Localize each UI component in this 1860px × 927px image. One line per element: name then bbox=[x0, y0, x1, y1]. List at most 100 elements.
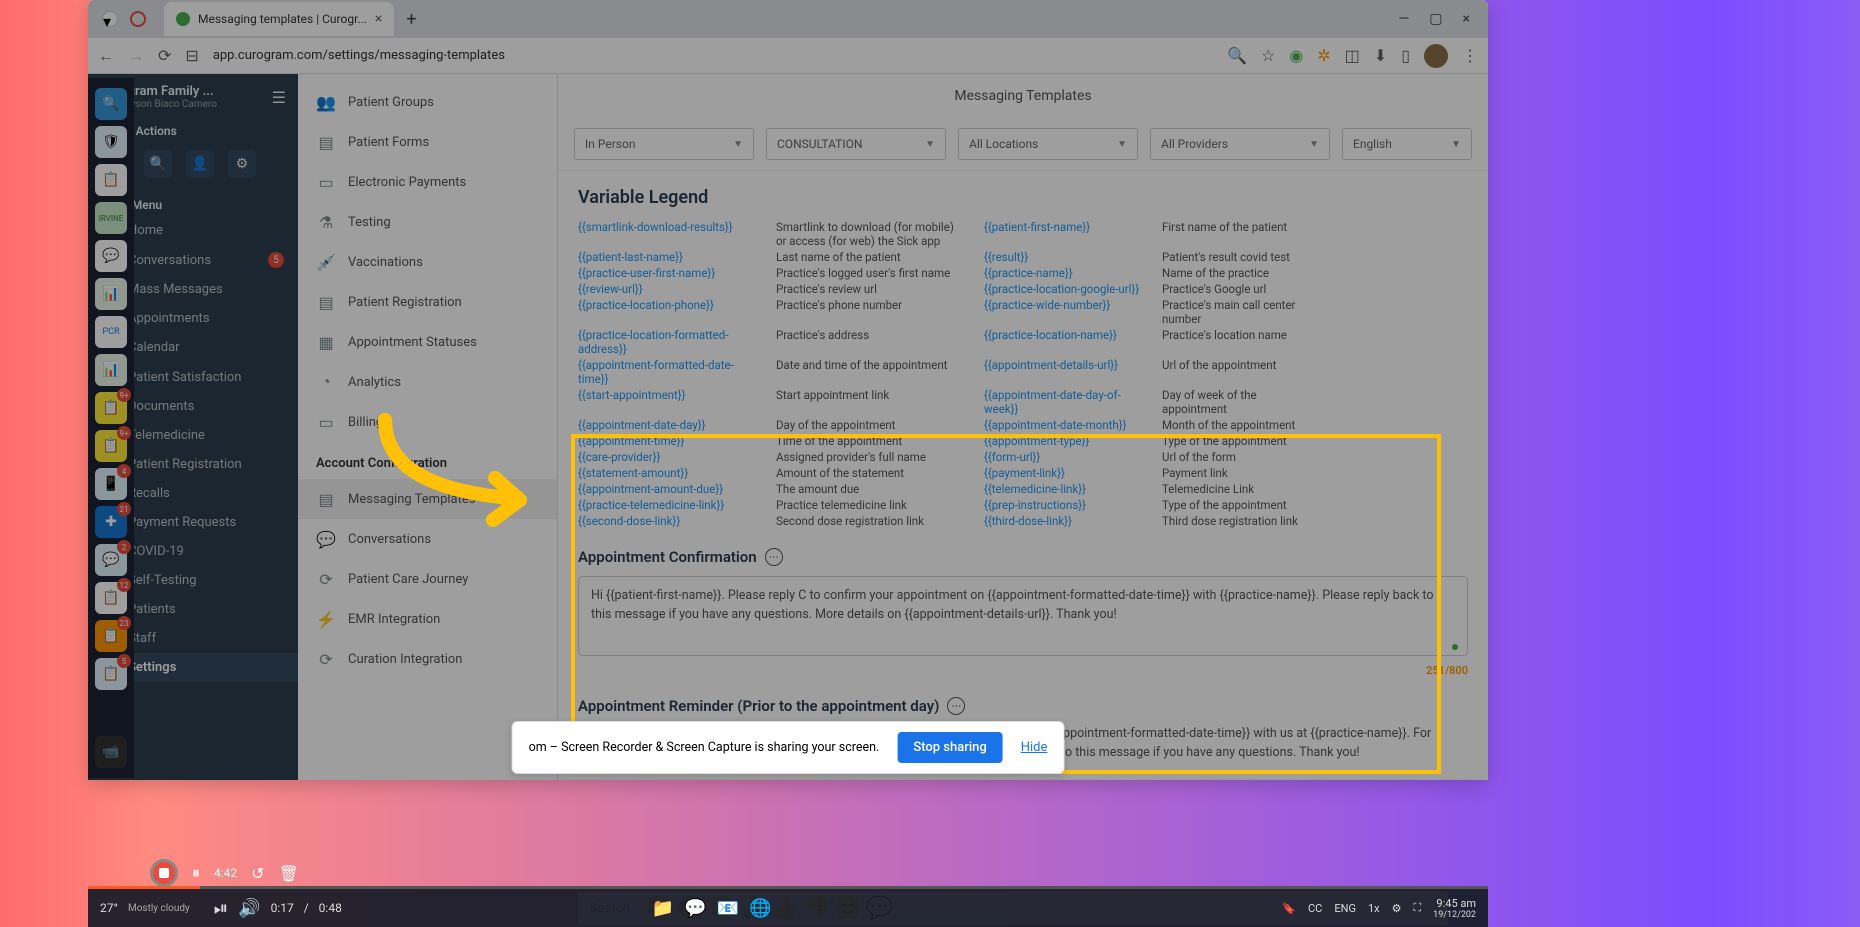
variable-token[interactable]: {{appointment-date-day-of-week}} bbox=[984, 388, 1144, 416]
variable-token[interactable]: {{practice-location-google-url}} bbox=[984, 282, 1144, 296]
tb-app-3-icon[interactable]: 📧 bbox=[717, 898, 739, 919]
extensions-icon[interactable]: ◫ bbox=[1345, 46, 1360, 65]
filter-appt-type[interactable]: CONSULTATION▼ bbox=[766, 128, 946, 160]
variable-token[interactable]: {{appointment-formatted-date-time}} bbox=[578, 358, 758, 386]
delete-icon[interactable]: 🗑 bbox=[279, 864, 299, 883]
volume-icon[interactable]: 🔊 bbox=[238, 898, 260, 919]
variable-token[interactable]: {{practice-telemedicine-link}} bbox=[578, 498, 758, 512]
filters-icon[interactable]: ⚙ bbox=[228, 150, 256, 178]
strip-app-3-icon[interactable]: IRVINE bbox=[95, 202, 127, 234]
sidepanel-icon[interactable]: ▯ bbox=[1401, 46, 1410, 65]
variable-token[interactable]: {{second-dose-link}} bbox=[578, 514, 758, 528]
config-item-conversations[interactable]: 💬Conversations bbox=[298, 519, 557, 559]
filter-language[interactable]: English▼ bbox=[1342, 128, 1472, 160]
tpl-confirmation-textarea[interactable] bbox=[578, 576, 1468, 656]
config-item-emr-integration[interactable]: ⚡EMR Integration bbox=[298, 599, 557, 639]
tab-close-icon[interactable]: × bbox=[375, 11, 382, 27]
variable-token[interactable]: {{result}} bbox=[984, 250, 1144, 264]
variable-token[interactable]: {{payment-link}} bbox=[984, 466, 1144, 480]
settings-item-patient-forms[interactable]: ▤Patient Forms bbox=[298, 122, 557, 162]
hide-link[interactable]: Hide bbox=[1021, 740, 1048, 755]
variable-token[interactable]: {{review-url}} bbox=[578, 282, 758, 296]
variable-token[interactable]: {{form-url}} bbox=[984, 450, 1144, 464]
strip-app-8-icon[interactable]: 9+📋 bbox=[95, 392, 127, 424]
menu-icon[interactable]: ⋮ bbox=[1462, 46, 1478, 65]
strip-app-7-icon[interactable]: 📊 bbox=[95, 354, 127, 386]
filter-location[interactable]: All Locations▼ bbox=[958, 128, 1138, 160]
tb-fullscreen-icon[interactable]: ⛶ bbox=[1413, 901, 1421, 915]
new-tab-icon[interactable]: + bbox=[406, 9, 416, 30]
config-item-curation-integration[interactable]: ⟳Curation Integration bbox=[298, 639, 557, 679]
settings-item-electronic-payments[interactable]: ▭Electronic Payments bbox=[298, 162, 557, 202]
strip-app-10-icon[interactable]: 4📱 bbox=[95, 468, 127, 500]
tab-control-icon[interactable]: ▾ bbox=[102, 11, 118, 27]
strip-app-2-icon[interactable]: 📋 bbox=[95, 164, 127, 196]
tb-settings-icon[interactable]: ⚙ bbox=[1392, 902, 1402, 915]
close-window-icon[interactable]: × bbox=[1463, 11, 1470, 27]
variable-token[interactable]: {{practice-location-name}} bbox=[984, 328, 1144, 356]
forward-icon[interactable]: → bbox=[128, 46, 144, 66]
variable-token[interactable]: {{practice-wide-number}} bbox=[984, 298, 1144, 326]
pause-icon[interactable]: ⏸ bbox=[192, 863, 200, 883]
variable-token[interactable]: {{telemedicine-link}} bbox=[984, 482, 1144, 496]
variable-token[interactable]: {{appointment-time}} bbox=[578, 434, 758, 448]
settings-item-patient-registration[interactable]: ▤Patient Registration bbox=[298, 282, 557, 322]
tb-lang[interactable]: ENG bbox=[1334, 902, 1356, 915]
settings-item-testing[interactable]: ⚗Testing bbox=[298, 202, 557, 242]
minimize-icon[interactable]: — bbox=[1398, 11, 1409, 27]
record-stop-button[interactable] bbox=[150, 859, 178, 887]
variable-token[interactable]: {{appointment-date-month}} bbox=[984, 418, 1144, 432]
filter-provider[interactable]: All Providers▼ bbox=[1150, 128, 1330, 160]
tb-cc-icon[interactable]: CC bbox=[1308, 902, 1322, 915]
extension-2-icon[interactable]: ✲ bbox=[1317, 46, 1330, 65]
settings-item-appointment-statuses[interactable]: ▦Appointment Statuses bbox=[298, 322, 557, 362]
site-info-icon[interactable]: ⊟ bbox=[185, 46, 198, 65]
strip-search-icon[interactable]: 🔍 bbox=[95, 88, 127, 120]
strip-app-14-icon[interactable]: 23📋 bbox=[95, 620, 127, 652]
variable-token[interactable]: {{third-dose-link}} bbox=[984, 514, 1144, 528]
strip-app-15-icon[interactable]: 5📋 bbox=[95, 658, 127, 690]
variable-token[interactable]: {{statement-amount}} bbox=[578, 466, 758, 480]
tb-rate[interactable]: 1x bbox=[1368, 902, 1380, 915]
sidebar-toggle-icon[interactable]: ☰ bbox=[272, 88, 286, 107]
strip-app-4-icon[interactable]: 💬 bbox=[95, 240, 127, 272]
strip-app-1-icon[interactable]: 🛡 bbox=[95, 126, 127, 158]
add-user-icon[interactable]: 👤 bbox=[186, 150, 214, 178]
tb-app-4-icon[interactable]: 🌐 bbox=[749, 898, 771, 919]
settings-item-patient-groups[interactable]: 👥Patient Groups bbox=[298, 82, 557, 122]
variable-token[interactable]: {{start-appointment}} bbox=[578, 388, 758, 416]
reload-icon[interactable]: ⟳ bbox=[158, 46, 171, 65]
strip-app-13-icon[interactable]: 12📋 bbox=[95, 582, 127, 614]
active-tab[interactable]: Messaging templates | Curogr... × bbox=[164, 2, 394, 36]
zoom-icon[interactable]: 🔍 bbox=[1227, 46, 1247, 65]
search-icon[interactable]: 🔍 bbox=[144, 150, 172, 178]
strip-app-12-icon[interactable]: 2💬 bbox=[95, 544, 127, 576]
tb-app-1-icon[interactable]: 📁 bbox=[652, 898, 674, 919]
variable-token[interactable]: {{appointment-date-day}} bbox=[578, 418, 758, 432]
variable-token[interactable]: {{practice-location-phone}} bbox=[578, 298, 758, 326]
strip-app-6-icon[interactable]: PCR bbox=[95, 316, 127, 348]
settings-item-billing[interactable]: ▭Billing bbox=[298, 402, 557, 442]
variable-token[interactable]: {{practice-name}} bbox=[984, 266, 1144, 280]
filter-visit-type[interactable]: In Person▼ bbox=[574, 128, 754, 160]
tb-app-2-icon[interactable]: 💬 bbox=[684, 898, 706, 919]
variable-token[interactable]: {{appointment-type}} bbox=[984, 434, 1144, 448]
variable-token[interactable]: {{patient-first-name}} bbox=[984, 220, 1144, 248]
config-item-patient-care-journey[interactable]: ⟳Patient Care Journey bbox=[298, 559, 557, 599]
url-field[interactable]: app.curogram.com/settings/messaging-temp… bbox=[213, 48, 1213, 63]
variable-token[interactable]: {{prep-instructions}} bbox=[984, 498, 1144, 512]
profile-avatar-icon[interactable] bbox=[1424, 44, 1448, 68]
variable-token[interactable]: {{practice-user-first-name}} bbox=[578, 266, 758, 280]
camera-icon[interactable]: 📹 bbox=[95, 736, 127, 768]
stop-sharing-button[interactable]: Stop sharing bbox=[897, 732, 1002, 763]
settings-item-vaccinations[interactable]: 💉Vaccinations bbox=[298, 242, 557, 282]
restart-icon[interactable]: ↺ bbox=[251, 864, 264, 883]
config-item-messaging-templates[interactable]: ▤Messaging Templates bbox=[298, 479, 557, 519]
maximize-icon[interactable]: ▢ bbox=[1429, 11, 1442, 27]
bookmark-icon[interactable]: ☆ bbox=[1261, 46, 1275, 65]
extension-1-icon[interactable]: ◉ bbox=[1289, 46, 1303, 65]
strip-app-9-icon[interactable]: 9+📋 bbox=[95, 430, 127, 462]
variable-token[interactable]: {{appointment-amount-due}} bbox=[578, 482, 758, 496]
settings-item-analytics[interactable]: ◔Analytics bbox=[298, 362, 557, 402]
play-pause-icon[interactable]: ⏯ bbox=[214, 898, 228, 919]
